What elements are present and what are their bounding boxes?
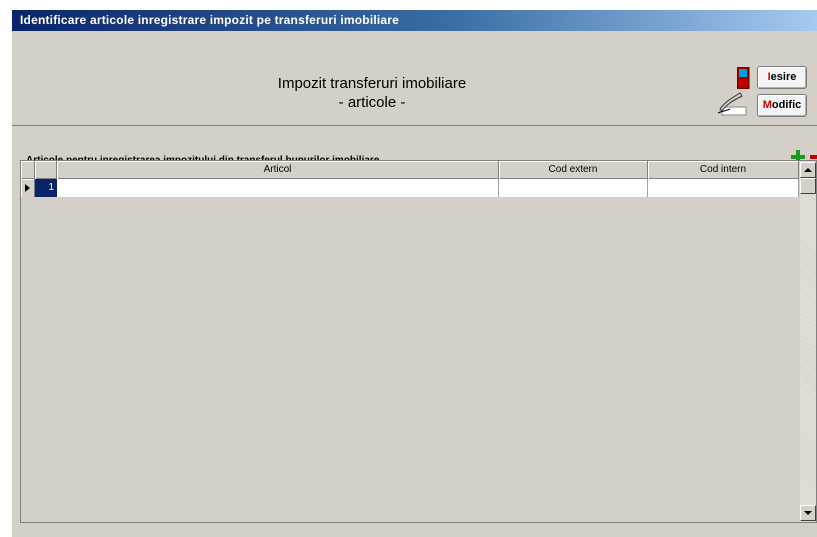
page-title: Impozit transferuri imobiliare [277,75,467,92]
window-title: Identificare articole inregistrare impoz… [12,10,817,31]
cell-cod-extern[interactable] [499,179,648,197]
header-indicator-cell [21,161,35,179]
scroll-down-button[interactable] [800,505,816,521]
articles-grid[interactable]: Articol Cod extern Cod intern 1 [20,160,817,523]
arrow-down-icon [804,511,812,515]
column-header-articol[interactable]: Articol [57,161,499,179]
cell-cod-intern[interactable] [648,179,799,197]
pen-write-icon [717,92,747,116]
scroll-up-button[interactable] [800,162,816,178]
grid-header: Articol Cod extern Cod intern [21,161,799,179]
vertical-scrollbar[interactable] [799,161,816,522]
row-indicator-arrow-icon [25,184,30,192]
iesire-button[interactable]: Iesire [757,66,807,89]
arrow-up-icon [804,168,812,172]
scroll-thumb[interactable] [800,178,816,194]
column-header-cod-intern[interactable]: Cod intern [648,161,799,179]
modific-hotkey: M [762,99,772,111]
iesire-label: esire [770,71,797,83]
table-row[interactable]: 1 [21,179,799,197]
door-exit-icon [737,67,750,89]
header-panel: Impozit transferuri imobiliare - articol… [12,32,817,126]
column-header-cod-extern[interactable]: Cod extern [499,161,648,179]
cell-articol[interactable] [57,179,499,197]
row-number: 1 [35,179,57,197]
modific-button[interactable]: Modific [757,94,807,117]
row-indicator [21,179,35,197]
header-rownum-cell [35,161,57,179]
modific-label: odific [771,99,802,111]
page-subtitle: - articole - [338,94,406,111]
